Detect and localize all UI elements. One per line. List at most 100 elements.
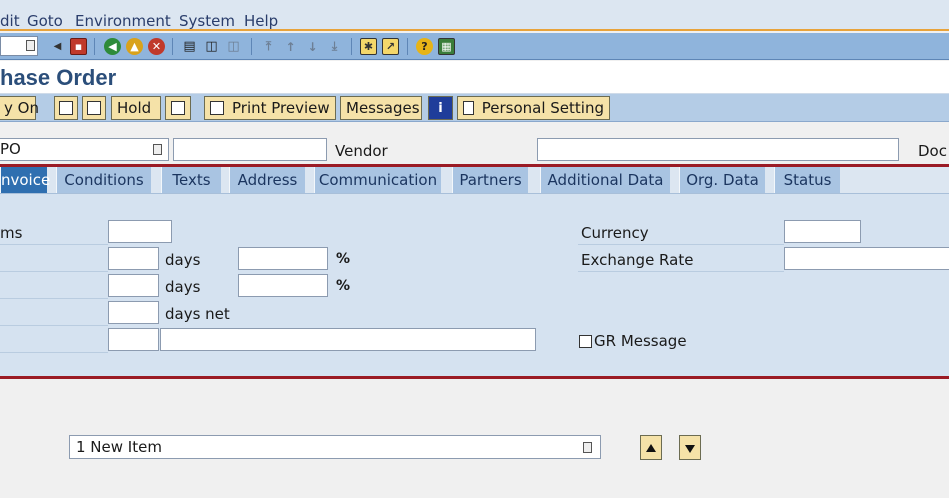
doc-date-label: Doc	[918, 142, 947, 160]
row-divider	[0, 244, 108, 245]
tab-status[interactable]: Status	[774, 167, 840, 193]
green-back-icon[interactable]: ◀	[104, 38, 121, 55]
new-document-button[interactable]	[54, 96, 78, 120]
command-field[interactable]	[0, 36, 38, 56]
dropdown-icon[interactable]	[26, 40, 35, 51]
toolbar-separator	[407, 38, 408, 55]
settings-icon	[463, 101, 474, 115]
overview-on-button[interactable]: y On	[0, 96, 39, 120]
tab-additional-data[interactable]: Additional Data	[540, 167, 670, 193]
tab-communication[interactable]: Communication	[314, 167, 441, 193]
row-divider	[0, 352, 108, 353]
info-button[interactable]: i	[428, 96, 453, 120]
arrow-up-icon	[646, 444, 656, 452]
tab-conditions[interactable]: Conditions	[56, 167, 151, 193]
row-divider	[578, 244, 784, 245]
row-divider	[0, 325, 108, 326]
pct1-field[interactable]	[238, 247, 328, 270]
messages-label: Messages	[346, 99, 420, 117]
menu-bar: dit Goto Environment System Help	[0, 0, 949, 31]
menu-system[interactable]: System	[179, 12, 235, 30]
incoterms-location-field[interactable]	[160, 328, 536, 351]
tab-address[interactable]: Address	[229, 167, 305, 193]
print-icon[interactable]: ▤	[181, 38, 198, 55]
days-net-label: days net	[165, 305, 230, 323]
gr-message-checkbox[interactable]	[579, 335, 592, 348]
row-divider	[0, 298, 108, 299]
check-button[interactable]	[165, 96, 191, 120]
check-icon	[171, 101, 185, 115]
row-divider	[0, 271, 108, 272]
hold-label: Hold	[117, 99, 152, 117]
tab-partners[interactable]: Partners	[452, 167, 528, 193]
toolbar-separator	[251, 38, 252, 55]
gr-message-label: GR Message	[594, 332, 687, 350]
currency-field[interactable]	[784, 220, 861, 243]
menu-help[interactable]: Help	[244, 12, 278, 30]
dropdown-icon[interactable]	[583, 442, 592, 453]
find-next-icon[interactable]: ◫	[225, 38, 242, 55]
print-preview-button[interactable]: Print Preview	[204, 96, 336, 120]
payment-terms-field[interactable]	[108, 220, 172, 243]
vendor-field[interactable]	[537, 138, 899, 161]
header-row: PO Vendor Doc	[0, 137, 949, 163]
next-item-button[interactable]	[679, 435, 701, 460]
pct1-label: %	[336, 251, 351, 267]
save-icon[interactable]: ▪	[70, 38, 87, 55]
exchange-rate-field[interactable]	[784, 247, 949, 270]
dropdown-icon[interactable]	[153, 144, 162, 155]
po-number-field[interactable]	[173, 138, 327, 161]
tabstrip: nvoice Conditions Texts Address Communic…	[0, 167, 949, 193]
print-preview-icon	[210, 101, 224, 115]
tab-texts[interactable]: Texts	[161, 167, 221, 193]
personal-setting-button[interactable]: Personal Setting	[457, 96, 610, 120]
cancel-icon[interactable]: ✕	[148, 38, 165, 55]
exit-icon[interactable]: ▲	[126, 38, 143, 55]
incoterms-field[interactable]	[108, 328, 159, 351]
find-icon[interactable]: ◫	[203, 38, 220, 55]
days1-field[interactable]	[108, 247, 159, 270]
tab-invoice[interactable]: nvoice	[0, 167, 50, 193]
tabstrip-bottom-border	[0, 376, 949, 379]
other-document-icon	[87, 101, 101, 115]
menu-goto[interactable]: Goto	[27, 12, 63, 30]
row-divider	[578, 271, 784, 272]
currency-label: Currency	[581, 224, 649, 242]
next-page-icon[interactable]: ↓	[304, 38, 321, 55]
first-page-icon[interactable]: ⤒	[260, 38, 277, 55]
personal-setting-label: Personal Setting	[481, 99, 604, 117]
back-icon[interactable]: ◀	[49, 38, 66, 55]
create-session-icon[interactable]: ✱	[360, 38, 377, 55]
invoice-panel: ms days % days % days net Currency Excha…	[0, 193, 949, 376]
pct2-field[interactable]	[238, 274, 328, 297]
title-bar: hase Order	[0, 61, 949, 94]
exchange-rate-label: Exchange Rate	[581, 251, 694, 269]
customize-layout-icon[interactable]: ▦	[438, 38, 455, 55]
tab-org-data[interactable]: Org. Data	[679, 167, 765, 193]
menu-environment[interactable]: Environment	[75, 12, 171, 30]
help-icon[interactable]: ?	[416, 38, 433, 55]
days2-label: days	[165, 278, 201, 296]
arrow-down-icon	[685, 445, 695, 453]
page-title: hase Order	[0, 65, 117, 90]
last-page-icon[interactable]: ⤓	[326, 38, 343, 55]
item-selector-value: 1 New Item	[76, 438, 162, 456]
days1-label: days	[165, 251, 201, 269]
other-po-button[interactable]	[82, 96, 106, 120]
item-selector[interactable]: 1 New Item	[69, 435, 601, 459]
application-toolbar: y On Hold Print Preview Messages i Perso…	[0, 94, 949, 122]
document-type-field[interactable]: PO	[0, 138, 169, 161]
toolbar-separator	[94, 38, 95, 55]
prev-page-icon[interactable]: ↑	[282, 38, 299, 55]
messages-button[interactable]: Messages	[340, 96, 422, 120]
days2-field[interactable]	[108, 274, 159, 297]
document-type-value: PO	[0, 140, 21, 158]
pct2-label: %	[336, 278, 351, 294]
shortcut-icon[interactable]: ↗	[382, 38, 399, 55]
days-net-field[interactable]	[108, 301, 159, 324]
overview-on-label: y On	[4, 99, 39, 117]
document-icon	[59, 101, 73, 115]
menu-edit[interactable]: dit	[0, 12, 20, 30]
previous-item-button[interactable]	[640, 435, 662, 460]
hold-button[interactable]: Hold	[111, 96, 161, 120]
